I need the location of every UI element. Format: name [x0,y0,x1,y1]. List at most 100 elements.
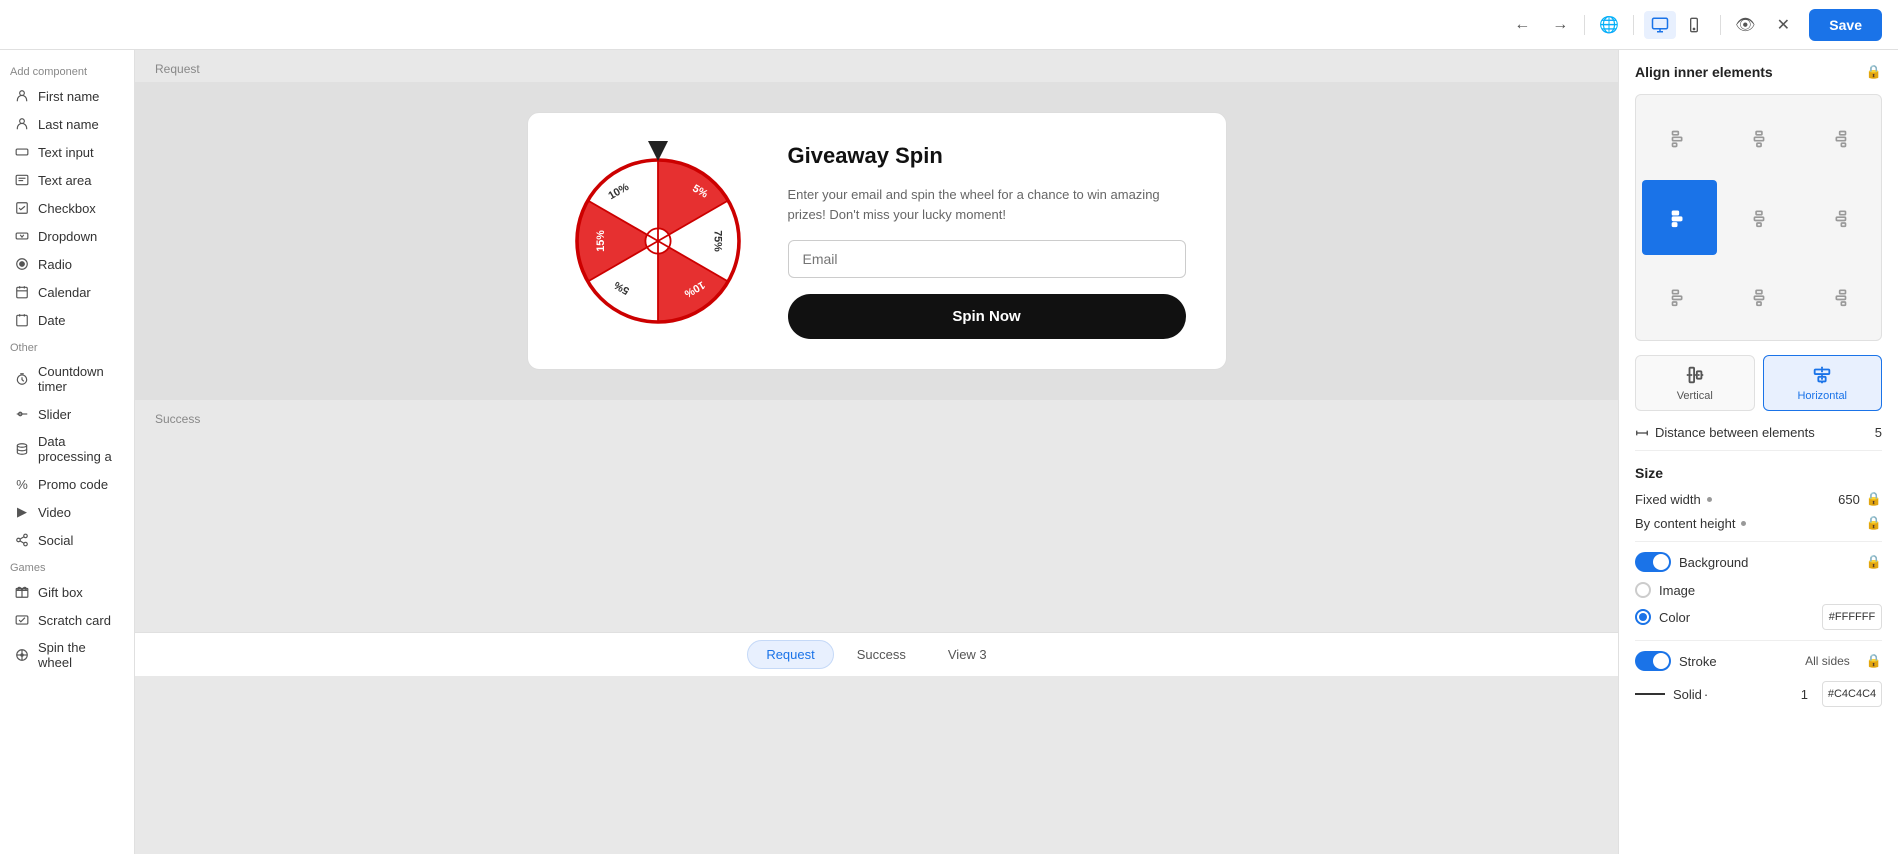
sidebar-item-checkbox[interactable]: Checkbox [4,194,130,222]
sidebar-item-label: Social [38,533,73,548]
sidebar-item-video[interactable]: ▶ Video [4,498,130,526]
gift-icon [14,584,30,600]
align-top-center[interactable] [1721,101,1796,176]
sidebar-item-scratch-card[interactable]: Scratch card [4,606,130,634]
fixed-width-value[interactable]: 650 [1838,492,1860,507]
stroke-type-dropdown[interactable]: Solid · [1673,687,1708,702]
video-icon: ▶ [14,504,30,520]
widget-right: Giveaway Spin Enter your email and spin … [788,143,1186,339]
sidebar-item-label: Text area [38,173,91,188]
tab-request[interactable]: Request [747,640,833,669]
color-radio-dot[interactable] [1635,609,1651,625]
sidebar-item-text-area[interactable]: Text area [4,166,130,194]
mobile-device-btn[interactable] [1678,11,1710,39]
canvas-request-label: Request [135,50,1618,82]
stroke-color-swatch[interactable]: #C4C4C4 [1822,681,1882,707]
tab-success[interactable]: Success [838,640,925,669]
align-middle-right[interactable] [1800,180,1875,255]
stroke-type-label: Solid [1673,687,1702,702]
divider-3 [1635,640,1882,641]
panel-lock-icon[interactable]: 🔒 [1866,64,1882,80]
fixed-width-label: Fixed width [1635,492,1712,507]
promo-icon: % [14,476,30,492]
preview-icon[interactable]: 👁 [1731,11,1759,39]
sidebar-item-social[interactable]: Social [4,526,130,554]
close-icon[interactable]: ✕ [1769,11,1797,39]
input-icon [14,144,30,160]
sidebar-item-slider[interactable]: Slider [4,400,130,428]
social-icon [14,532,30,548]
svg-text:75%: 75% [711,230,723,252]
canvas-success-area [135,432,1618,632]
align-bottom-right[interactable] [1800,259,1875,334]
sidebar-item-text-input[interactable]: Text input [4,138,130,166]
sidebar-item-radio[interactable]: Radio [4,250,130,278]
device-group [1644,11,1710,39]
align-bottom-center[interactable] [1721,259,1796,334]
main-layout: Add component First name Last name Text … [0,50,1898,854]
canvas-widget-area[interactable]: 5% 75% 10% 5% 15% 10% Giveaway Spin Ente… [135,82,1618,400]
wheel-container: 5% 75% 10% 5% 15% 10% [568,151,748,331]
distance-label-text: Distance between elements [1655,425,1815,440]
canvas-area: Request [135,50,1618,854]
background-color-option[interactable]: Color #FFFFFF [1635,604,1882,630]
sidebar-item-label: Video [38,505,71,520]
sidebar-form-title: Add component [0,58,134,82]
horizontal-align-btn[interactable]: Horizontal [1763,355,1883,411]
sidebar-item-countdown-timer[interactable]: Countdown timer [4,358,130,400]
sidebar-item-spin-wheel[interactable]: Spin the wheel [4,634,130,676]
background-toggle[interactable] [1635,552,1671,572]
align-bottom-left[interactable] [1642,259,1717,334]
undo-icon[interactable]: ← [1508,11,1536,39]
sidebar-item-first-name[interactable]: First name [4,82,130,110]
widget-title: Giveaway Spin [788,143,1186,169]
align-middle-left[interactable] [1642,180,1717,255]
right-panel-title-text: Align inner elements [1635,64,1773,80]
data-icon [14,441,30,457]
sidebar-item-date[interactable]: Date [4,306,130,334]
desktop-device-btn[interactable] [1644,11,1676,39]
background-image-option[interactable]: Image [1635,582,1882,598]
widget-spin-button[interactable]: Spin Now [788,294,1186,339]
fixed-width-lock-icon[interactable]: 🔒 [1866,491,1882,507]
sidebar-item-last-name[interactable]: Last name [4,110,130,138]
sidebar-item-gift-box[interactable]: Gift box [4,578,130,606]
by-content-row: By content height 🔒 [1635,515,1882,531]
sidebar-item-label: Slider [38,407,71,422]
distance-value[interactable]: 5 [1875,425,1882,440]
stroke-toggle-row: Stroke All sides 🔒 [1635,651,1882,671]
widget-description: Enter your email and spin the wheel for … [788,185,1186,224]
stroke-sides-label: All sides [1805,654,1850,668]
stroke-toggle[interactable] [1635,651,1671,671]
sidebar-item-data-processing[interactable]: Data processing a [4,428,130,470]
redo-icon[interactable]: → [1546,11,1574,39]
sidebar-item-label: First name [38,89,99,104]
by-content-lock-icon[interactable]: 🔒 [1866,515,1882,531]
background-color-swatch[interactable]: #FFFFFF [1822,604,1882,630]
vertical-label: Vertical [1677,390,1713,402]
radio-icon [14,256,30,272]
sidebar-item-promo-code[interactable]: % Promo code [4,470,130,498]
stroke-width-value[interactable]: 1 [1801,687,1808,702]
wheel-svg: 5% 75% 10% 5% 15% 10% [568,151,748,331]
alignment-grid [1635,94,1882,341]
sidebar-item-label: Gift box [38,585,83,600]
tab-view3[interactable]: View 3 [929,640,1006,669]
align-top-left[interactable] [1642,101,1717,176]
align-top-right[interactable] [1800,101,1875,176]
stroke-lock-icon[interactable]: 🔒 [1866,653,1882,669]
save-button[interactable]: Save [1809,9,1882,41]
image-radio-dot[interactable] [1635,582,1651,598]
sidebar-item-label: Checkbox [38,201,96,216]
background-lock-icon[interactable]: 🔒 [1866,554,1882,570]
textarea-icon [14,172,30,188]
globe-icon[interactable]: 🌐 [1595,11,1623,39]
vertical-align-btn[interactable]: Vertical [1635,355,1755,411]
align-direction-row: Vertical Horizontal [1635,355,1882,411]
sidebar-item-calendar[interactable]: Calendar [4,278,130,306]
widget-email-input[interactable] [788,240,1186,278]
sidebar-item-label: Countdown timer [38,364,120,394]
sidebar-item-dropdown[interactable]: Dropdown [4,222,130,250]
toolbar-sep-3 [1720,15,1721,35]
align-middle-center[interactable] [1721,180,1796,255]
